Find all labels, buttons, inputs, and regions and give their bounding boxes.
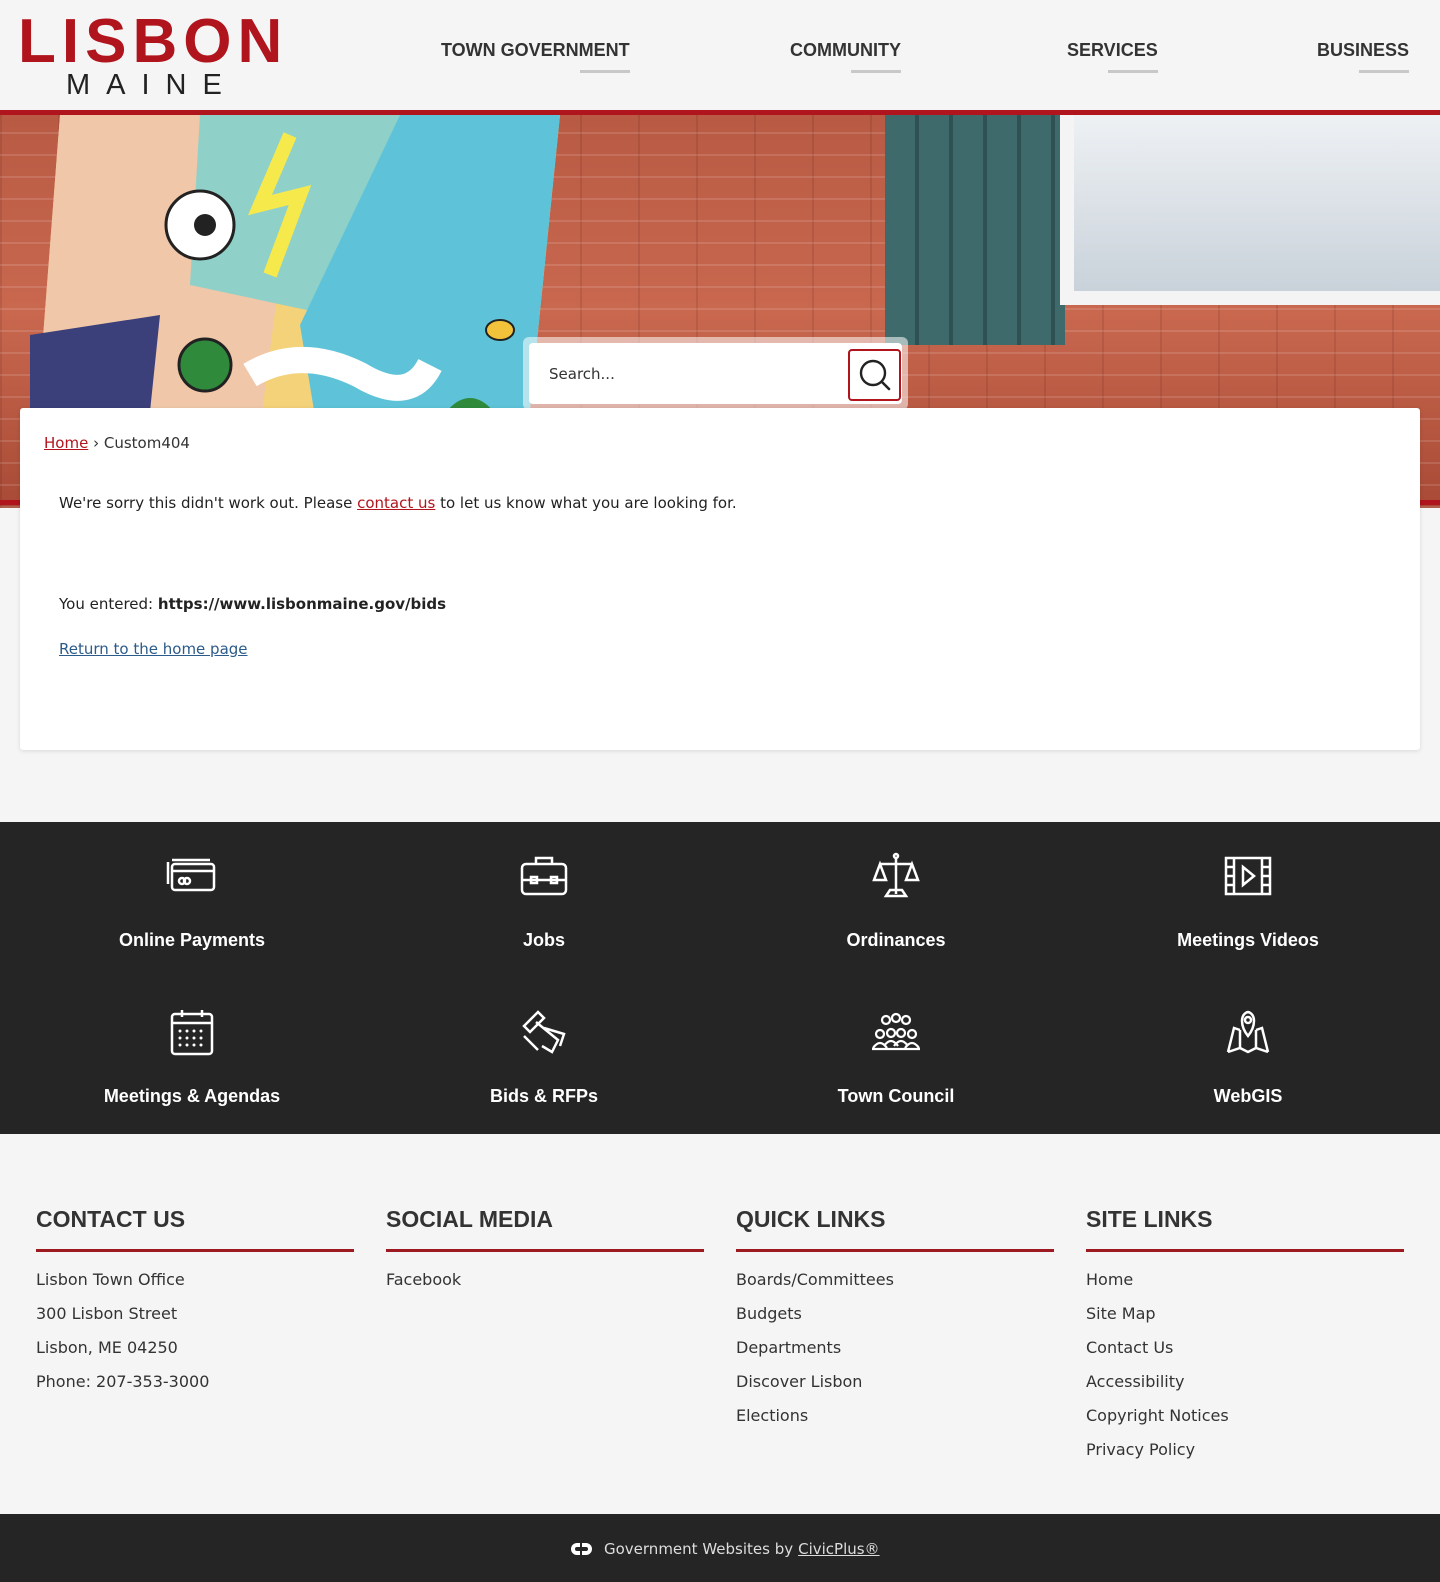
quick-link-label: Jobs — [522, 930, 565, 950]
entered-url-line: You entered: https://www.lisbonmaine.gov… — [59, 595, 446, 613]
nav-label: COMMUNITY — [790, 40, 901, 60]
quick-link-label: Ordinances — [846, 930, 946, 950]
footer-link-departments[interactable]: Departments — [736, 1338, 1054, 1358]
calendar-icon — [170, 1010, 214, 1056]
nav-underline — [1107, 70, 1158, 73]
contact-line: Lisbon, ME 04250 — [36, 1338, 178, 1357]
error-message-before: We're sorry this didn't work out. Please — [59, 494, 358, 512]
search-container — [523, 337, 908, 410]
window-shutter — [885, 115, 1065, 345]
logo-wordmark-top: LISBON — [18, 7, 289, 76]
social-links: Facebook — [386, 1270, 704, 1290]
hand-document-icon — [522, 1010, 566, 1054]
footer-social-title: SOCIAL MEDIA — [386, 1206, 553, 1232]
quick-link-label: Online Payments — [118, 930, 266, 950]
civicplus-credit: Government Websites by CivicPlus® — [568, 1538, 880, 1560]
footer-site-links-column: SITE LINKS Home Site Map Contact Us Acce… — [1086, 1205, 1404, 1474]
error-message: We're sorry this didn't work out. Please… — [59, 494, 737, 512]
footer-link-accessibility[interactable]: Accessibility — [1086, 1372, 1404, 1392]
search-input[interactable] — [549, 357, 839, 391]
quick-link-label: Bids & RFPs — [489, 1086, 599, 1106]
site-links-list: Home Site Map Contact Us Accessibility C… — [1086, 1270, 1404, 1460]
site-logo[interactable]: LISBON MAINE — [18, 10, 282, 101]
contact-line: 300 Lisbon Street — [36, 1304, 178, 1323]
breadcrumb-current: Custom404 — [103, 434, 190, 452]
quick-link-label: Meetings & Agendas — [103, 1086, 281, 1106]
error-message-after: to let us know what you are looking for. — [435, 494, 737, 512]
footer-contact-column: CONTACT US Lisbon Town Office 300 Lisbon… — [36, 1205, 354, 1406]
quick-link-meetings-videos[interactable]: Meetings Videos — [1072, 822, 1424, 972]
credit-text: Government Websites by — [604, 1540, 794, 1558]
search-icon — [859, 359, 890, 391]
footer-divider — [1086, 1249, 1404, 1252]
footer-link-elections[interactable]: Elections — [736, 1406, 1054, 1426]
bottom-bar: Government Websites by CivicPlus® — [0, 1514, 1440, 1582]
footer-link-contact-us[interactable]: Contact Us — [1086, 1338, 1404, 1358]
quick-link-meetings-agendas[interactable]: Meetings & Agendas — [16, 978, 368, 1128]
quick-link-town-council[interactable]: Town Council — [720, 978, 1072, 1128]
site-header: LISBON MAINE TOWN GOVERNMENT COMMUNITY S… — [0, 0, 1440, 110]
entered-url: https://www.lisbonmaine.gov/bids — [157, 595, 447, 613]
search-button[interactable] — [848, 349, 901, 401]
nav-underline — [851, 70, 901, 73]
footer-quick-links-title: QUICK LINKS — [736, 1206, 886, 1232]
quick-links-band: Online Payments Jobs Ordinances Meetings… — [0, 822, 1440, 1134]
quick-link-jobs[interactable]: Jobs — [368, 822, 720, 972]
video-film-icon — [1224, 856, 1272, 896]
return-home-link[interactable]: Return to the home page — [59, 640, 248, 658]
facebook-link[interactable]: Facebook — [386, 1270, 704, 1290]
footer-divider — [736, 1249, 1054, 1252]
search-box — [529, 343, 902, 404]
footer-link-home[interactable]: Home — [1086, 1270, 1404, 1290]
contact-lines: Lisbon Town Office 300 Lisbon Street Lis… — [36, 1270, 354, 1392]
footer-quick-links-column: QUICK LINKS Boards/Committees Budgets De… — [736, 1205, 1054, 1440]
footer-divider — [386, 1249, 704, 1252]
contact-line: Phone: 207-353-3000 — [36, 1372, 210, 1391]
quick-link-label: Meetings Videos — [1177, 930, 1319, 950]
nav-business[interactable]: BUSINESS — [1317, 40, 1410, 73]
contact-line: Lisbon Town Office — [36, 1270, 185, 1289]
nav-label: BUSINESS — [1317, 40, 1410, 60]
credit-card-icon — [166, 858, 216, 892]
content-card: Home › Custom404 We're sorry this didn't… — [20, 408, 1420, 750]
nav-town-government[interactable]: TOWN GOVERNMENT — [441, 40, 630, 73]
logo-wordmark-bottom: MAINE — [66, 69, 238, 101]
nav-underline — [1359, 70, 1410, 73]
quick-link-label: Town Council — [837, 1086, 955, 1106]
building-window — [1060, 115, 1440, 305]
footer-social-column: SOCIAL MEDIA Facebook — [386, 1205, 704, 1304]
quick-link-bids-rfps[interactable]: Bids & RFPs — [368, 978, 720, 1128]
group-people-icon — [872, 1012, 920, 1051]
civicplus-link[interactable]: CivicPlus® — [798, 1540, 879, 1558]
nav-label: TOWN GOVERNMENT — [441, 40, 630, 60]
nav-underline — [579, 70, 630, 73]
footer-site-links-title: SITE LINKS — [1086, 1206, 1213, 1232]
footer-link-privacy-policy[interactable]: Privacy Policy — [1086, 1440, 1404, 1460]
breadcrumb: Home › Custom404 — [44, 434, 190, 452]
quick-link-webgis[interactable]: WebGIS — [1072, 978, 1424, 1128]
footer-contact-title: CONTACT US — [36, 1206, 186, 1232]
breadcrumb-separator: › — [93, 434, 100, 452]
contact-us-link[interactable]: contact us — [357, 494, 435, 512]
scales-icon — [872, 852, 920, 898]
footer-link-boards-committees[interactable]: Boards/Committees — [736, 1270, 1054, 1290]
map-pin-icon — [1226, 1010, 1270, 1054]
quick-link-ordinances[interactable]: Ordinances — [720, 822, 1072, 972]
quick-link-label: WebGIS — [1213, 1086, 1283, 1106]
entered-label: You entered: — [59, 595, 158, 613]
nav-services[interactable]: SERVICES — [1067, 40, 1158, 73]
civicplus-logo-icon — [571, 1543, 592, 1555]
footer-link-site-map[interactable]: Site Map — [1086, 1304, 1404, 1324]
footer-link-discover-lisbon[interactable]: Discover Lisbon — [736, 1372, 1054, 1392]
quick-links-list: Boards/Committees Budgets Departments Di… — [736, 1270, 1054, 1426]
footer-link-budgets[interactable]: Budgets — [736, 1304, 1054, 1324]
breadcrumb-home-link[interactable]: Home — [44, 434, 88, 452]
footer-divider — [36, 1249, 354, 1252]
nav-label: SERVICES — [1067, 40, 1158, 60]
briefcase-icon — [520, 856, 568, 896]
nav-community[interactable]: COMMUNITY — [790, 40, 901, 73]
quick-link-online-payments[interactable]: Online Payments — [16, 822, 368, 972]
footer-link-copyright-notices[interactable]: Copyright Notices — [1086, 1406, 1404, 1426]
